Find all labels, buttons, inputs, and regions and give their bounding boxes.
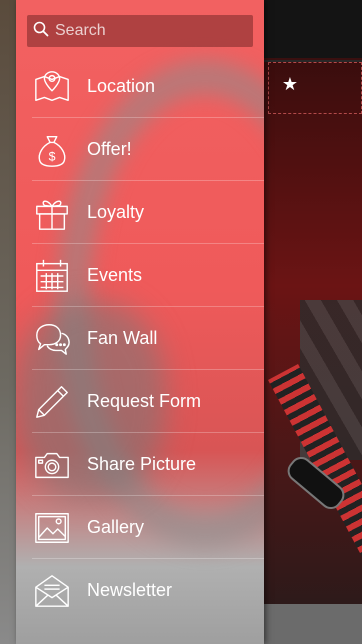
menu-item-share-picture[interactable]: Share Picture	[16, 433, 264, 496]
calendar-icon	[32, 256, 72, 296]
menu-item-offer[interactable]: $ Offer!	[16, 118, 264, 181]
chat-bubbles-icon	[32, 319, 72, 359]
search-icon	[33, 21, 49, 42]
envelope-icon	[32, 571, 72, 611]
menu-item-events[interactable]: Events	[16, 244, 264, 307]
image-icon	[32, 508, 72, 548]
search-input[interactable]	[53, 21, 247, 41]
search-bar[interactable]	[27, 15, 253, 47]
menu-item-label: Request Form	[87, 391, 202, 411]
menu-item-location[interactable]: Location	[16, 55, 264, 118]
menu-list: Location $ Offer! Loyalty Events Fan Wal…	[16, 55, 264, 622]
menu-item-label: Events	[87, 265, 143, 285]
map-pin-icon	[32, 67, 72, 107]
side-drawer: Location $ Offer!	[16, 0, 264, 644]
menu-item-label: Location	[87, 76, 156, 96]
menu-item-label: Fan Wall	[87, 328, 158, 348]
menu-item-loyalty[interactable]: Loyalty	[16, 181, 264, 244]
menu-item-label: Offer!	[87, 139, 132, 159]
star-icon: ★	[281, 74, 299, 94]
menu-item-label: Loyalty	[87, 202, 145, 222]
menu-item-fan-wall[interactable]: Fan Wall	[16, 307, 264, 370]
menu-item-gallery[interactable]: Gallery	[16, 496, 264, 559]
menu-item-label: Newsletter	[87, 580, 173, 600]
menu-item-newsletter[interactable]: Newsletter	[16, 559, 264, 622]
menu-item-request-form[interactable]: Request Form	[16, 370, 264, 433]
gift-icon	[32, 193, 72, 233]
drawer-left-edge	[0, 0, 16, 644]
money-bag-icon: $	[32, 130, 72, 170]
background-floor	[255, 604, 362, 644]
menu-item-label: Share Picture	[87, 454, 197, 474]
camera-icon	[32, 445, 72, 485]
menu-item-label: Gallery	[87, 517, 145, 537]
pencil-icon	[32, 382, 72, 422]
svg-text:$: $	[49, 149, 56, 163]
